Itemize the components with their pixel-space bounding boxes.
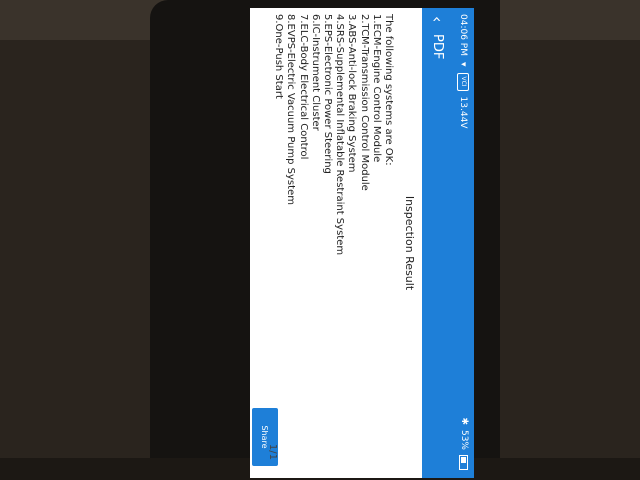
list-item: 9.One-Push Start — [273, 14, 285, 99]
list-item: 4.SRS-Supplemental Inflatable Restraint … — [334, 14, 346, 256]
status-bar: 04:06 PM ▾ VCI 13.44V ✱ 53% — [452, 8, 474, 478]
nav-bar: ‹ PDF — [422, 8, 452, 478]
list-item: 3.ABS-Anti-lock Braking System — [346, 14, 358, 173]
status-left-group: 04:06 PM ▾ VCI 13.44V — [457, 14, 469, 128]
list-item: 6.IC-Instrument Cluster — [309, 14, 321, 131]
status-right-group: ✱ 53% — [459, 417, 469, 470]
report-intro: The following systems are OK: — [383, 14, 394, 166]
list-item: 5.EPS-Electronic Power Steering — [321, 14, 333, 174]
device-screen: 04:06 PM ▾ VCI 13.44V ✱ 53% ‹ PDF Inspec… — [250, 8, 474, 478]
list-item: 8.EVPS-Electric Vacuum Pump System — [285, 14, 297, 205]
vci-icon: VCI — [457, 72, 469, 91]
list-item: 2.TCM-Transmission Control Module — [358, 14, 370, 191]
page-title: PDF — [430, 34, 445, 60]
report-body: The following systems are OK: 1.ECM-Engi… — [272, 14, 394, 334]
bluetooth-icon: ✱ — [459, 417, 469, 425]
back-icon[interactable]: ‹ — [428, 16, 447, 22]
report-title: Inspection Result — [403, 195, 416, 291]
battery-icon — [459, 455, 469, 470]
list-item: 7.ELC-Body Electrical Control — [297, 14, 309, 160]
status-time: 04:06 PM — [458, 14, 468, 56]
battery-percent: 53% — [459, 429, 469, 450]
list-item: 1.ECM-Engine Control Module — [370, 14, 382, 163]
wifi-icon: ▾ — [458, 62, 468, 67]
page-indicator: 1/1 — [267, 443, 278, 460]
screen-content: 04:06 PM ▾ VCI 13.44V ✱ 53% ‹ PDF Inspec… — [250, 8, 474, 478]
voltage-readout: 13.44V — [458, 96, 468, 129]
